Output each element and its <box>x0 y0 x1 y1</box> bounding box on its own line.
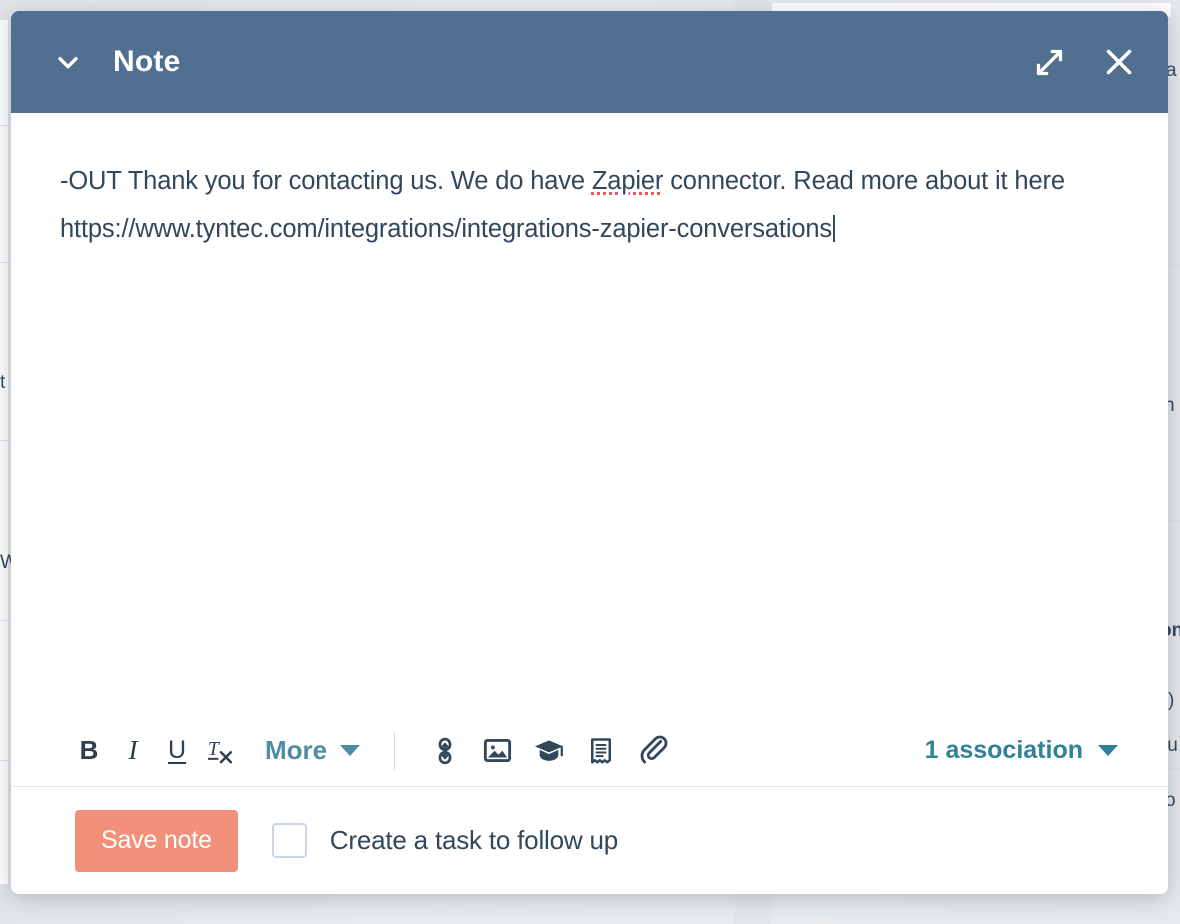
background-text-fragment: ) <box>1168 690 1175 711</box>
background-divider <box>1168 265 1180 266</box>
expand-diagonal-icon[interactable] <box>1028 41 1070 83</box>
association-label: 1 association <box>924 736 1083 764</box>
close-x-icon[interactable] <box>1098 41 1140 83</box>
image-icon[interactable] <box>471 729 523 773</box>
header-actions <box>1028 41 1140 83</box>
background-divider <box>0 620 10 621</box>
modal-header: Note <box>11 11 1168 113</box>
background-text-fragment: a <box>1166 60 1177 81</box>
quote-document-icon[interactable] <box>575 729 627 773</box>
graduation-cap-icon[interactable] <box>523 729 575 773</box>
svg-text:T: T <box>208 738 221 759</box>
background-text-fragment: W <box>0 552 11 573</box>
note-modal: Note -OUT Thank you for contacting us. W… <box>11 11 1168 894</box>
more-formatting-button[interactable]: More <box>265 735 361 766</box>
more-label: More <box>265 735 328 765</box>
editor-toolbar: B I U T More 1 association <box>11 715 1168 787</box>
background-card-left <box>0 20 8 884</box>
create-followup-task-label: Create a task to follow up <box>329 825 618 855</box>
background-text-fragment: t <box>0 372 6 393</box>
background-divider <box>1168 520 1180 521</box>
italic-button[interactable]: I <box>111 729 155 773</box>
background-divider <box>0 262 10 263</box>
save-note-button[interactable]: Save note <box>75 809 238 872</box>
paperclip-icon[interactable] <box>627 729 679 773</box>
background-divider <box>1168 768 1180 769</box>
create-followup-task-checkbox[interactable] <box>271 823 307 858</box>
chevron-down-icon <box>340 745 361 756</box>
background-divider <box>0 760 10 761</box>
italic-label: I <box>128 735 138 765</box>
create-followup-task-group[interactable]: Create a task to follow up <box>271 823 618 858</box>
chevron-down-icon[interactable] <box>47 41 89 83</box>
background-divider <box>0 125 10 126</box>
link-icon[interactable] <box>419 729 471 773</box>
underline-button[interactable]: U <box>155 729 199 773</box>
page-title: Note <box>113 45 181 78</box>
misspelled-word: Zapier <box>591 167 664 195</box>
modal-footer: Save note Create a task to follow up <box>11 787 1168 894</box>
bold-button[interactable]: B <box>67 729 111 773</box>
text-cursor <box>833 215 836 242</box>
clear-formatting-button[interactable]: T <box>199 729 243 773</box>
background-divider <box>0 440 10 441</box>
toolbar-divider <box>394 731 396 770</box>
association-dropdown[interactable]: 1 association <box>925 736 1138 765</box>
note-body-text[interactable]: -OUT Thank you for contacting us. We do … <box>60 157 1126 253</box>
underline-label: U <box>167 736 187 764</box>
bold-label: B <box>79 735 99 765</box>
chevron-down-icon <box>1098 745 1118 756</box>
note-editor[interactable]: -OUT Thank you for contacting us. We do … <box>11 113 1168 715</box>
note-text-part-1: -OUT Thank you for contacting us. We do … <box>60 167 592 195</box>
